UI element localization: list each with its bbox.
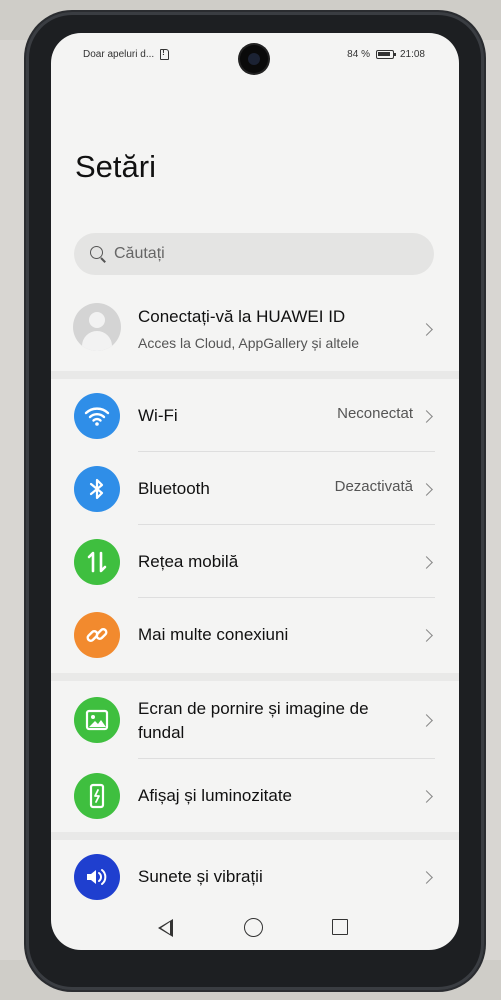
- display-icon: [74, 773, 120, 819]
- page-title: Setări: [75, 149, 156, 184]
- search-bar[interactable]: [74, 233, 434, 275]
- section-divider: [51, 673, 459, 681]
- chevron-right-icon: [420, 790, 433, 803]
- clock: 21:08: [399, 49, 425, 60]
- search-input[interactable]: [114, 245, 394, 263]
- settings-item-label: Ecran de pornire și imagine de fundal: [138, 697, 369, 745]
- wallpaper-icon: [74, 697, 120, 743]
- section-divider: [51, 371, 459, 379]
- recent-apps-icon[interactable]: [332, 919, 348, 935]
- home-icon[interactable]: [244, 918, 263, 937]
- wifi-icon: [74, 393, 120, 439]
- settings-item-sounds-vibration[interactable]: Sunete și vibrații: [51, 840, 459, 913]
- settings-item-label: Mai multe conexiuni: [138, 625, 289, 644]
- settings-item-wifi[interactable]: Wi-Fi Neconectat: [51, 379, 459, 452]
- speaker-icon: [74, 854, 120, 900]
- sim-alert-icon: [160, 48, 170, 60]
- settings-item-bluetooth[interactable]: Bluetooth Dezactivată: [51, 452, 459, 525]
- back-icon[interactable]: [158, 919, 173, 937]
- phone-screen: Doar apeluri d... 84 % 21:08 Setări Cone…: [51, 33, 459, 950]
- huawei-id-account-row[interactable]: Conectați-vă la HUAWEI ID Acces la Cloud…: [51, 295, 459, 363]
- wifi-status: Neconectat: [337, 405, 413, 422]
- account-title: Conectați-vă la HUAWEI ID: [138, 307, 346, 326]
- battery-icon: [375, 50, 396, 59]
- battery-percent: 84 %: [347, 49, 370, 60]
- settings-item-label: Wi-Fi: [138, 406, 178, 425]
- search-icon: [90, 246, 106, 262]
- settings-item-home-screen-wallpaper[interactable]: Ecran de pornire și imagine de fundal: [51, 681, 459, 759]
- settings-item-label-line2: fundal: [138, 723, 185, 742]
- settings-item-label: Rețea mobilă: [138, 552, 239, 571]
- chevron-right-icon: [420, 323, 433, 336]
- bluetooth-icon: [74, 466, 120, 512]
- navigation-bar: [51, 911, 459, 945]
- chevron-right-icon: [420, 629, 433, 642]
- link-icon: [74, 612, 120, 658]
- settings-item-more-connections[interactable]: Mai multe conexiuni: [51, 598, 459, 671]
- chevron-right-icon: [420, 483, 433, 496]
- bluetooth-status: Dezactivată: [334, 478, 413, 495]
- chevron-right-icon: [420, 871, 433, 884]
- settings-item-display-brightness[interactable]: Afișaj și luminozitate: [51, 759, 459, 832]
- mobile-data-icon: [74, 539, 120, 585]
- settings-item-label-line1: Ecran de pornire și imagine de: [138, 699, 369, 718]
- chevron-right-icon: [420, 556, 433, 569]
- account-subtitle: Acces la Cloud, AppGallery și altele: [138, 335, 359, 351]
- avatar: [73, 303, 121, 351]
- section-divider: [51, 832, 459, 840]
- settings-item-label: Afișaj și luminozitate: [138, 786, 293, 805]
- settings-item-mobile-network[interactable]: Rețea mobilă: [51, 525, 459, 598]
- carrier-text: Doar apeluri d...: [83, 49, 155, 60]
- chevron-right-icon: [420, 714, 433, 727]
- front-camera: [240, 45, 268, 73]
- settings-item-label: Bluetooth: [138, 479, 210, 498]
- settings-item-label: Sunete și vibrații: [138, 867, 263, 886]
- chevron-right-icon: [420, 410, 433, 423]
